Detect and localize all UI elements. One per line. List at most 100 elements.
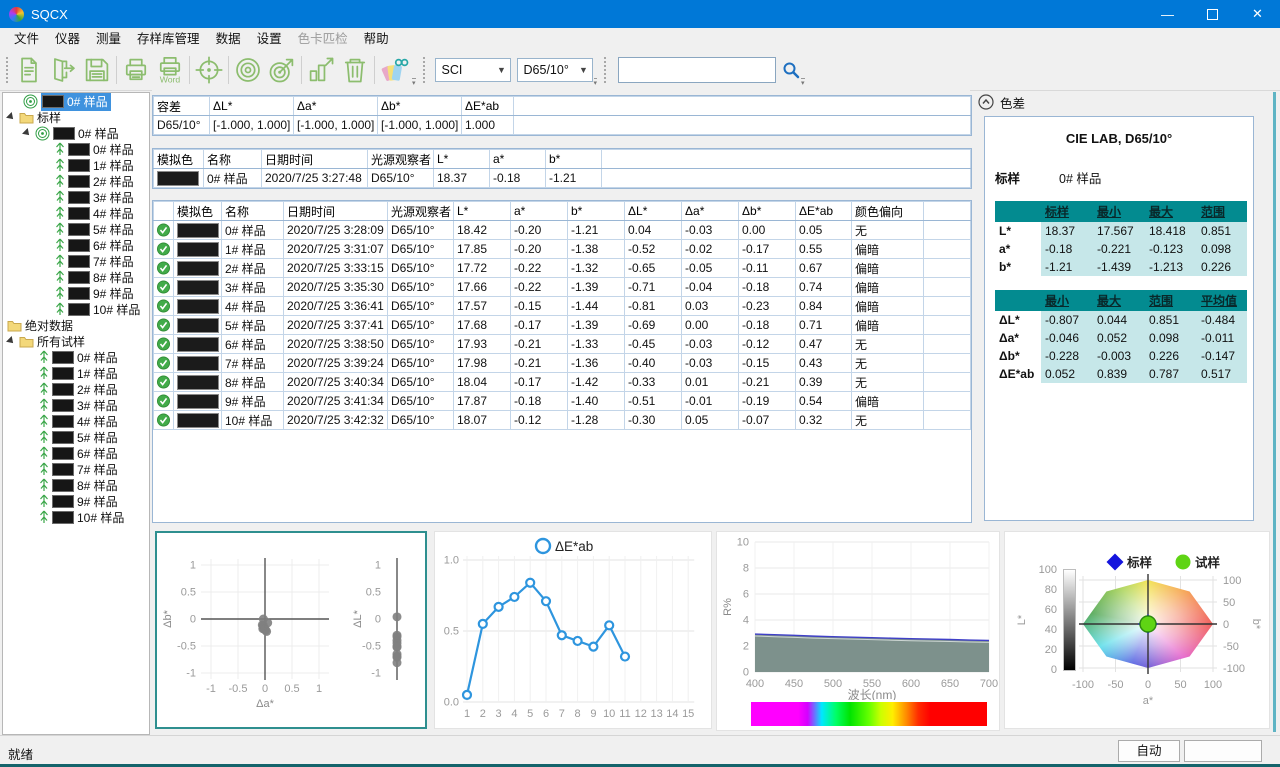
tree-item[interactable]: 绝对数据	[3, 317, 149, 333]
svg-text:0.5: 0.5	[444, 626, 459, 638]
sample-row[interactable]: 7# 样品2020/7/25 3:39:24D65/10°17.98-0.21-…	[154, 354, 971, 373]
stats-column-header: 最小	[1093, 201, 1145, 222]
tolerance-row[interactable]: D65/10°[-1.000, 1.000][-1.000, 1.000][-1…	[154, 116, 971, 135]
tree-item[interactable]: 4# 样品	[3, 205, 149, 221]
illuminant-observer-combo[interactable]: D65/10°▼	[517, 58, 593, 82]
tree-item[interactable]: 5# 样品	[3, 221, 149, 237]
crosshair-icon	[194, 55, 224, 85]
minimize-button[interactable]: —	[1145, 0, 1190, 28]
sample-row[interactable]: 10# 样品2020/7/25 3:42:32D65/10°18.07-0.12…	[154, 411, 971, 430]
stats-value: 0.052	[1041, 365, 1093, 383]
svg-text:50: 50	[1223, 597, 1235, 609]
stats-value: 0.851	[1197, 222, 1247, 240]
tree-item[interactable]: 2# 样品	[3, 173, 149, 189]
tree-item[interactable]: 1# 样品	[3, 157, 149, 173]
menu-item-测量[interactable]: 测量	[88, 28, 129, 50]
toolbar-overflow-icon[interactable]: ▾	[594, 78, 598, 87]
sample-row[interactable]: 2# 样品2020/7/25 3:33:15D65/10°17.72-0.22-…	[154, 259, 971, 278]
svg-text:1.0: 1.0	[444, 555, 459, 567]
tree-item[interactable]: 所有试样	[3, 333, 149, 349]
tree-item[interactable]: 2# 样品	[3, 381, 149, 397]
color-swatch	[52, 383, 74, 396]
tree-item-label: 所有试样	[37, 333, 85, 350]
tree-item[interactable]: 8# 样品	[3, 269, 149, 285]
stats-value: 0.098	[1197, 240, 1247, 258]
sample-cell: D65/10°	[388, 392, 454, 411]
column-header-filler	[514, 97, 971, 116]
filler-cell	[924, 373, 971, 392]
sample-row[interactable]: 1# 样品2020/7/25 3:31:07D65/10°17.85-0.20-…	[154, 240, 971, 259]
filler-cell	[924, 392, 971, 411]
sample-row[interactable]: 6# 样品2020/7/25 3:38:50D65/10°17.93-0.21-…	[154, 335, 971, 354]
delete-button[interactable]	[338, 52, 372, 88]
toolbar-overflow-icon[interactable]: ▾	[412, 78, 416, 87]
menu-item-色卡匹检[interactable]: 色卡匹检	[290, 28, 356, 50]
tree-item[interactable]: 0# 样品	[3, 141, 149, 157]
maximize-button[interactable]	[1190, 0, 1235, 28]
close-button[interactable]: ✕	[1235, 0, 1280, 28]
color-match-button[interactable]	[377, 52, 411, 88]
svg-text:R%: R%	[722, 598, 734, 616]
crosshair-button[interactable]	[192, 52, 226, 88]
sample-cell: -0.33	[625, 373, 682, 392]
tree-item[interactable]: 10# 样品	[3, 509, 149, 525]
tree-item[interactable]: 4# 样品	[3, 413, 149, 429]
sample-row[interactable]: 4# 样品2020/7/25 3:36:41D65/10°17.57-0.15-…	[154, 297, 971, 316]
menu-item-帮助[interactable]: 帮助	[356, 28, 397, 50]
new-document-button[interactable]	[12, 52, 46, 88]
print-button[interactable]	[119, 52, 153, 88]
sample-row[interactable]: 8# 样品2020/7/25 3:40:34D65/10°18.04-0.17-…	[154, 373, 971, 392]
tree-item[interactable]: 标样	[3, 109, 149, 125]
tolerance-grid: 容差ΔL*Δa*Δb*ΔE*abD65/10°[-1.000, 1.000][-…	[153, 96, 971, 135]
sample-row[interactable]: 5# 样品2020/7/25 3:37:41D65/10°17.68-0.17-…	[154, 316, 971, 335]
chart-button[interactable]	[304, 52, 338, 88]
color-swatch	[68, 175, 90, 188]
tree-item[interactable]: 9# 样品	[3, 285, 149, 301]
tree-item[interactable]: 1# 样品	[3, 365, 149, 381]
tree-item[interactable]: 10# 样品	[3, 301, 149, 317]
tree-item[interactable]: 7# 样品	[3, 461, 149, 477]
stats-value: 17.567	[1093, 222, 1145, 240]
tree-expander-icon[interactable]	[6, 112, 16, 122]
calibration-target-button[interactable]	[231, 52, 265, 88]
tree-item[interactable]: 9# 样品	[3, 493, 149, 509]
tree-item[interactable]: 6# 样品	[3, 237, 149, 253]
collapse-icon[interactable]	[978, 94, 994, 110]
sample-row[interactable]: 9# 样品2020/7/25 3:41:34D65/10°17.87-0.18-…	[154, 392, 971, 411]
sample-cell: 17.87	[454, 392, 511, 411]
tree-item[interactable]: 3# 样品	[3, 397, 149, 413]
tree-item[interactable]: 0# 样品	[3, 125, 149, 141]
export-button[interactable]	[46, 52, 80, 88]
tree-item[interactable]: 8# 样品	[3, 477, 149, 493]
sample-row[interactable]: 3# 样品2020/7/25 3:35:30D65/10°17.66-0.22-…	[154, 278, 971, 297]
print-word-button[interactable]: Word	[153, 52, 187, 88]
menu-item-文件[interactable]: 文件	[6, 28, 47, 50]
specular-mode-combo[interactable]: SCI▼	[435, 58, 511, 82]
standard-row[interactable]: 0# 样品2020/7/25 3:27:48D65/10°18.37-0.18-…	[154, 169, 971, 188]
tree-item[interactable]: 6# 样品	[3, 445, 149, 461]
menu-item-设置[interactable]: 设置	[249, 28, 290, 50]
tree-item[interactable]: 7# 样品	[3, 253, 149, 269]
svg-text:-100: -100	[1072, 679, 1094, 691]
tree-item[interactable]: 5# 样品	[3, 429, 149, 445]
save-button[interactable]	[80, 52, 114, 88]
measure-target-button[interactable]	[265, 52, 299, 88]
search-input[interactable]	[618, 57, 776, 83]
tree-item[interactable]: 0# 样品	[3, 349, 149, 365]
simulated-color-cell	[174, 316, 222, 335]
toolbar-overflow-icon[interactable]: ▾	[801, 78, 805, 87]
menu-item-仪器[interactable]: 仪器	[47, 28, 88, 50]
tree-expander-icon[interactable]	[6, 336, 16, 346]
svg-text:0.5: 0.5	[366, 587, 381, 599]
menu-item-数据[interactable]: 数据	[208, 28, 249, 50]
standard-cell: 2020/7/25 3:27:48	[262, 169, 368, 188]
sample-icon	[55, 238, 65, 252]
svg-text:ΔE*ab: ΔE*ab	[555, 539, 593, 554]
menu-item-存样库管理[interactable]: 存样库管理	[129, 28, 208, 50]
tree-item[interactable]: 3# 样品	[3, 189, 149, 205]
search-button[interactable]	[782, 61, 800, 79]
tree-expander-icon[interactable]	[22, 128, 32, 138]
tree-item[interactable]: 0# 样品	[3, 93, 149, 109]
sample-row[interactable]: 0# 样品2020/7/25 3:28:09D65/10°18.42-0.20-…	[154, 221, 971, 240]
tree-item-label: 1# 样品	[77, 365, 118, 382]
